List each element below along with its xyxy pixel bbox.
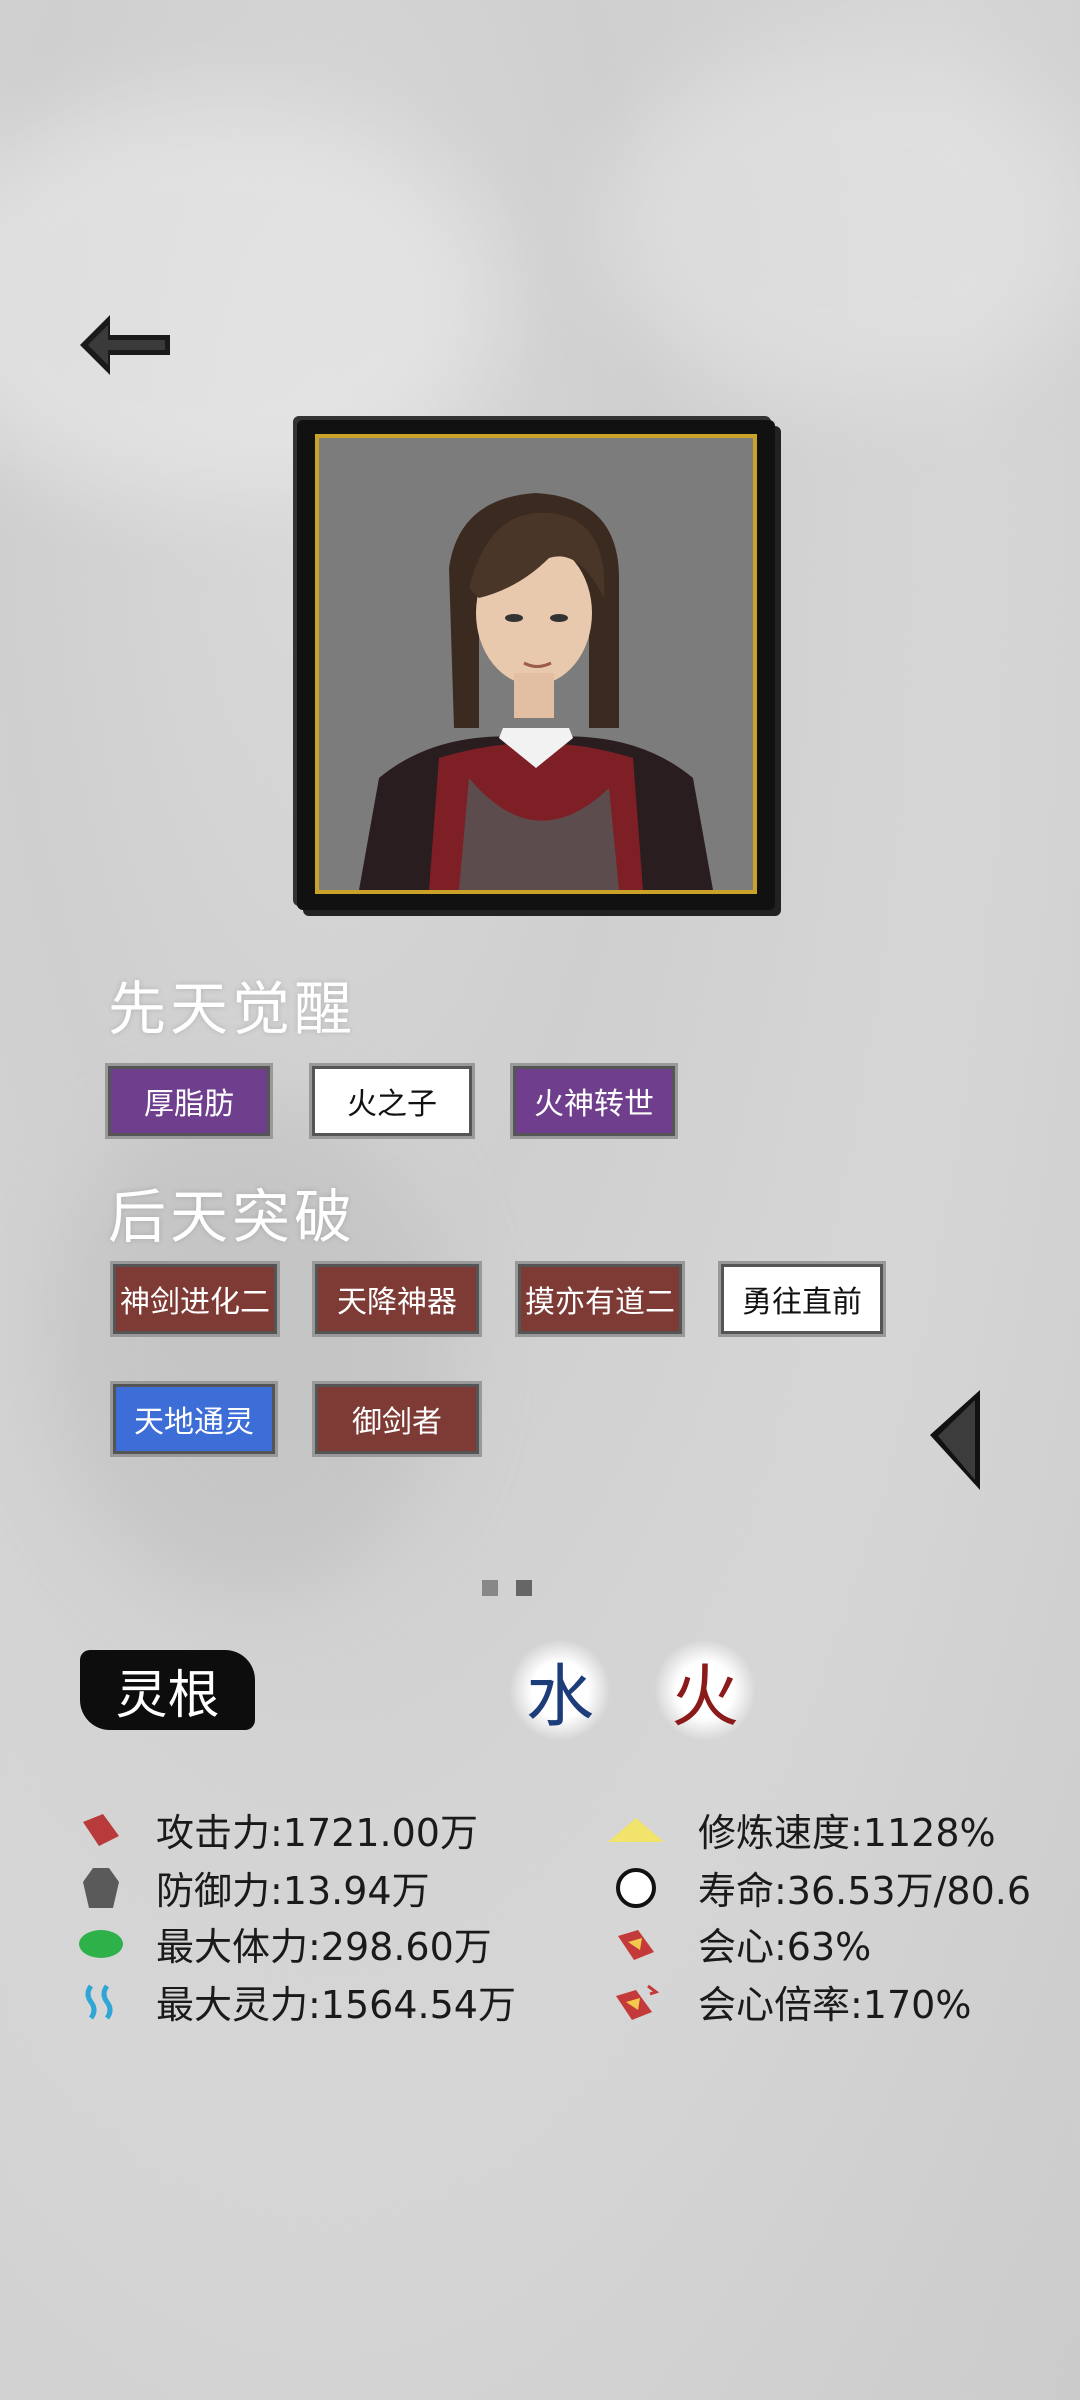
stat-lifespan-text: 寿命:36.53万/80.6 — [698, 1869, 1032, 1913]
previous-page-arrow-icon[interactable] — [930, 1390, 980, 1490]
stat-defense-text: 防御力:13.94万 — [156, 1869, 430, 1913]
defense-icon — [78, 1865, 124, 1911]
innate-tag[interactable]: 厚脂肪 — [105, 1063, 273, 1139]
acquired-tag[interactable]: 勇往直前 — [718, 1261, 886, 1337]
critical-icon — [606, 1921, 666, 1967]
spirit-icon — [78, 1979, 124, 2025]
acquired-tag[interactable]: 御剑者 — [312, 1381, 482, 1457]
health-icon — [78, 1921, 124, 1967]
stat-health-text: 最大体力:298.60万 — [156, 1925, 492, 1969]
lifespan-icon — [606, 1865, 666, 1911]
character-avatar-icon — [319, 438, 753, 890]
cultivation-speed-icon — [606, 1807, 666, 1853]
stat-cultivation-speed: 修炼速度:1128% — [606, 1802, 996, 1857]
stat-critical-multiplier-text: 会心倍率:170% — [698, 1983, 972, 2027]
character-portrait-frame — [297, 420, 775, 910]
stat-cultivation-speed-text: 修炼速度:1128% — [698, 1811, 996, 1855]
acquired-breakthrough-title: 后天突破 — [108, 1183, 357, 1251]
character-portrait — [315, 434, 757, 894]
background-mist — [600, 50, 1080, 400]
spirit-root-label: 灵根 — [80, 1650, 255, 1730]
innate-tag[interactable]: 火之子 — [309, 1063, 475, 1139]
stat-attack: 攻击力:1721.00万 — [78, 1802, 478, 1857]
page-indicator-dot — [482, 1580, 498, 1596]
stat-health: 最大体力:298.60万 — [78, 1916, 492, 1971]
stat-lifespan: 寿命:36.53万/80.6 — [606, 1860, 1031, 1915]
innate-awakening-title: 先天觉醒 — [108, 975, 357, 1043]
stat-defense: 防御力:13.94万 — [78, 1860, 430, 1915]
back-arrow-icon[interactable] — [80, 310, 170, 380]
critical-multiplier-icon — [606, 1979, 666, 2025]
acquired-tag[interactable]: 神剑进化二 — [110, 1261, 280, 1337]
stat-critical-multiplier: 会心倍率:170% — [606, 1974, 971, 2029]
page-indicator-dot-active — [516, 1580, 532, 1596]
attack-icon — [78, 1807, 124, 1853]
acquired-tag[interactable]: 天降神器 — [312, 1261, 482, 1337]
stat-critical-text: 会心:63% — [698, 1925, 872, 1969]
innate-tag[interactable]: 火神转世 — [510, 1063, 678, 1139]
stat-attack-text: 攻击力:1721.00万 — [156, 1811, 478, 1855]
acquired-tag[interactable]: 天地通灵 — [110, 1381, 278, 1457]
water-element: 水 — [510, 1640, 610, 1740]
acquired-tag[interactable]: 摸亦有道二 — [515, 1261, 685, 1337]
fire-element: 火 — [655, 1640, 755, 1740]
stat-spirit-text: 最大灵力:1564.54万 — [156, 1983, 516, 2027]
stat-critical: 会心:63% — [606, 1916, 871, 1971]
stat-spirit: 最大灵力:1564.54万 — [78, 1974, 516, 2029]
